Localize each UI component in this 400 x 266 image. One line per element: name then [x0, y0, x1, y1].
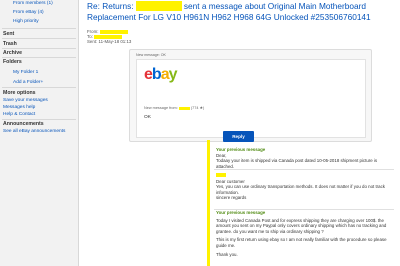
folders-heading: Folders [3, 59, 22, 65]
divider [2, 28, 76, 29]
subject-prefix: Re: Returns: [87, 1, 134, 11]
divider [2, 48, 76, 49]
previous-message-signoff: Thank you. [216, 251, 238, 257]
reply-text: Yes, you can use ordinary transportation… [216, 184, 385, 195]
redacted-card-sender [178, 106, 190, 110]
redacted-name-tag [216, 173, 226, 177]
sidebar-item-archive[interactable]: Archive [3, 50, 22, 56]
more-options-heading: More options [3, 90, 36, 96]
redacted-username: xxxxxxxxxxx [135, 1, 182, 11]
add-folder-link[interactable]: Add a Folder+ [13, 80, 43, 85]
card-body: OK [144, 115, 151, 120]
sent-line: Sent: 11-May-18 01:13 [87, 39, 132, 44]
message-view: Re: Returns: xxxxxxxxxxx sent a message … [80, 0, 400, 266]
sidebar: From members (1) From eBay (4) High prio… [0, 0, 79, 266]
previous-message-text: Today I visited Canada Post and for expr… [216, 217, 387, 234]
divider [2, 87, 76, 88]
divider [214, 169, 394, 170]
card-from-text: New message from: [144, 106, 178, 110]
divider [2, 38, 76, 39]
card-feedback: (774 ★) [190, 106, 205, 110]
message-card: New message: OK ebay New message from: (… [129, 49, 372, 142]
see-all-announcements-link[interactable]: See all eBay announcements [3, 129, 65, 134]
folder-from-members[interactable]: From members (1) [13, 1, 53, 6]
save-messages-link[interactable]: Save your messages [3, 98, 48, 103]
ebay-logo: ebay [144, 66, 177, 83]
previous-message-heading: Your previous message [216, 210, 266, 215]
sidebar-item-trash[interactable]: Trash [3, 41, 17, 47]
sidebar-item-my-folder[interactable]: My Folder 1 [13, 70, 38, 75]
messages-help-link[interactable]: Messages help [3, 105, 35, 110]
card-label: New message: OK [136, 53, 166, 57]
card-inner: ebay New message from: (774 ★) OK Reply [136, 59, 366, 142]
quote-highlight-bar [207, 140, 210, 266]
card-from-line: New message from: (774 ★) [144, 105, 204, 110]
help-contact-link[interactable]: Help & Contact [3, 112, 35, 117]
reply-button[interactable]: Reply [223, 131, 254, 142]
previous-message-1: Your previous message Dear, Todaay your … [216, 147, 392, 169]
folder-from-ebay[interactable]: From eBay (4) [13, 10, 44, 15]
previous-message-text: Todaay your item is shipped via Canada p… [216, 158, 378, 169]
reply-signoff: sincere regards [216, 195, 247, 201]
announcements-heading: Announcements [3, 121, 44, 127]
divider [2, 57, 76, 58]
previous-message-3: Your previous message Today I visited Ca… [216, 210, 392, 257]
previous-message-2: Dear customer Yes, you can use ordinary … [216, 173, 392, 201]
divider [2, 119, 76, 120]
message-subject: Re: Returns: xxxxxxxxxxx sent a message … [87, 1, 395, 23]
sidebar-item-sent[interactable]: Sent [3, 31, 14, 37]
previous-message-text: This is my first return using ebay so I … [216, 237, 387, 248]
folder-high-priority[interactable]: High priority [13, 19, 39, 24]
